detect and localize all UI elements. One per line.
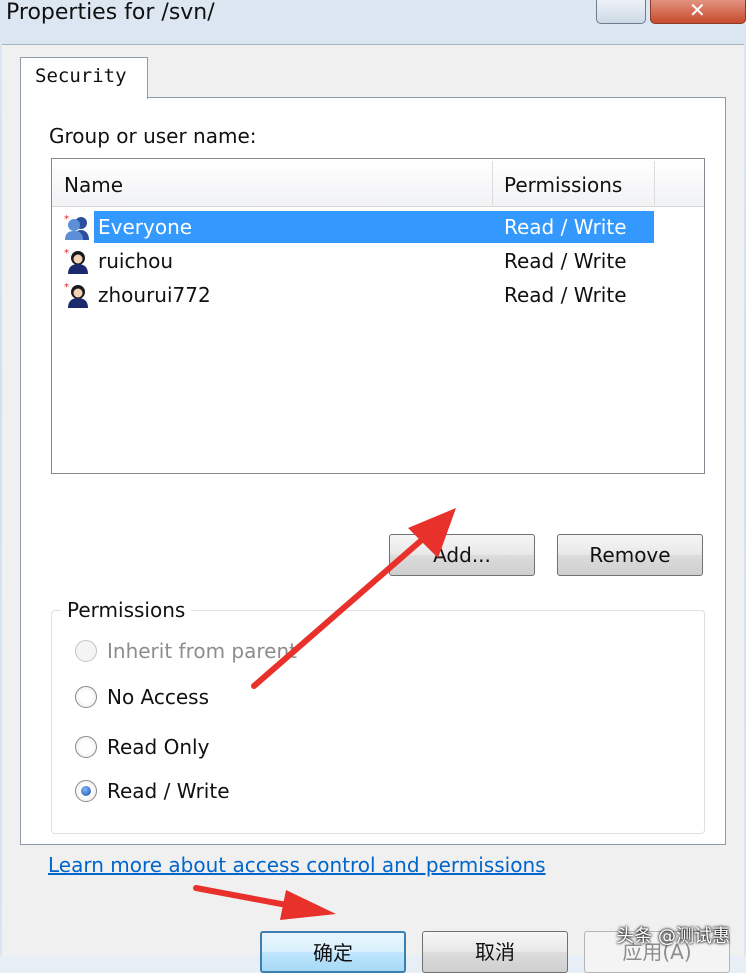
column-header-name[interactable]: Name xyxy=(64,173,123,197)
user-permission: Read / Write xyxy=(504,249,627,273)
group-icon: * xyxy=(64,214,89,240)
radio-button[interactable] xyxy=(75,736,97,758)
user-permission: Read / Write xyxy=(504,215,627,239)
svg-text:*: * xyxy=(64,282,69,293)
watermark: 头条 @测试惠 xyxy=(616,926,730,947)
user-name: zhourui772 xyxy=(98,283,211,307)
tab-security[interactable]: Security xyxy=(20,57,148,99)
cancel-button[interactable]: 取消 xyxy=(422,931,568,973)
user-icon: * xyxy=(64,248,88,274)
radio-label: Read / Write xyxy=(107,779,230,803)
user-name: Everyone xyxy=(94,211,197,243)
column-header-permissions[interactable]: Permissions xyxy=(504,173,622,197)
close-button[interactable]: ✕ xyxy=(650,0,746,24)
user-icon: * xyxy=(64,282,88,308)
group-or-user-label: Group or user name: xyxy=(49,124,257,148)
radio-label: Inherit from parent xyxy=(107,639,297,663)
radio-button[interactable] xyxy=(75,780,97,802)
user-name: ruichou xyxy=(98,249,174,273)
user-row-everyone[interactable]: * Everyone Read / Write xyxy=(60,211,654,243)
add-button[interactable]: Add... xyxy=(389,534,535,576)
svg-text:*: * xyxy=(64,214,69,225)
radio-button[interactable] xyxy=(75,686,97,708)
properties-dialog: Properties for /svn/ ✕ Security Group or… xyxy=(0,0,746,973)
user-list[interactable]: Name Permissions * Everyone Read / Write xyxy=(51,158,705,474)
user-row-zhourui772[interactable]: * zhourui772 Read / Write xyxy=(60,279,654,311)
user-permission: Read / Write xyxy=(504,283,627,307)
ok-button[interactable]: 确定 xyxy=(260,931,406,973)
window-title: Properties for /svn/ xyxy=(6,0,215,25)
close-icon: ✕ xyxy=(689,0,706,22)
dialog-client-area: Security Group or user name: Name Permis… xyxy=(2,44,744,973)
radio-label: Read Only xyxy=(107,735,210,759)
remove-button[interactable]: Remove xyxy=(557,534,703,576)
user-row-ruichou[interactable]: * ruichou Read / Write xyxy=(60,245,654,277)
radio-label: No Access xyxy=(107,685,210,709)
column-divider[interactable] xyxy=(654,161,655,205)
radio-button[interactable] xyxy=(75,640,97,662)
list-header: Name Permissions xyxy=(52,159,704,207)
permissions-group-title: Permissions xyxy=(61,598,192,622)
tab-security-label: Security xyxy=(35,65,127,87)
svg-text:*: * xyxy=(64,248,69,259)
column-divider[interactable] xyxy=(492,161,493,205)
security-tab-panel: Group or user name: Name Permissions * E… xyxy=(20,97,726,845)
learn-more-link[interactable]: Learn more about access control and perm… xyxy=(48,853,546,877)
minimize-button[interactable] xyxy=(596,0,646,24)
